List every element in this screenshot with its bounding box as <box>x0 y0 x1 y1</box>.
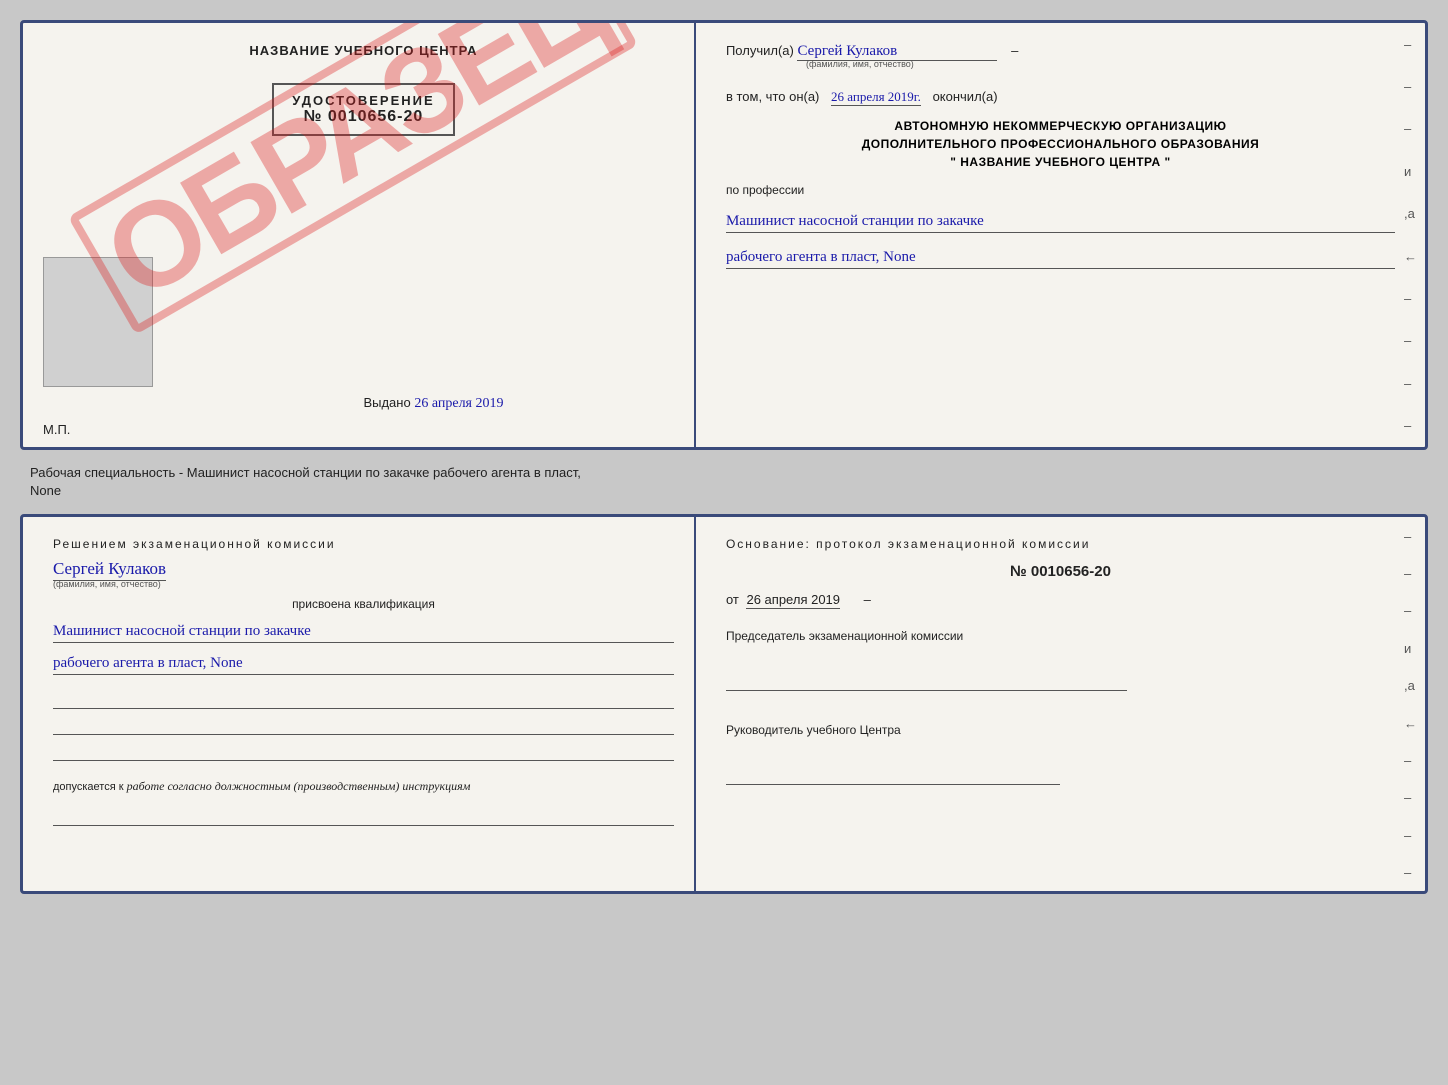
udostoverenie-box: УДОСТОВЕРЕНИЕ № 0010656-20 <box>272 83 454 136</box>
cert-bottom-right: Основание: протокол экзаменационной коми… <box>696 517 1425 891</box>
top-certificate: НАЗВАНИЕ УЧЕБНОГО ЦЕНТРА ОБРАЗЕЦ УДОСТОВ… <box>20 20 1428 450</box>
bottom-description: Рабочая специальность - Машинист насосно… <box>20 460 1428 504</box>
rukovoditel-label: Руководитель учебного Центра <box>726 723 1395 737</box>
cert-bottom-left: Решением экзаменационной комиссии Сергей… <box>23 517 696 891</box>
bottom-name-block: Сергей Кулаков (фамилия, имя, отчество) <box>53 559 674 589</box>
bottom-certificate: Решением экзаменационной комиссии Сергей… <box>20 514 1428 894</box>
ot-date: 26 апреля 2019 <box>746 592 840 609</box>
page-wrapper: НАЗВАНИЕ УЧЕБНОГО ЦЕНТРА ОБРАЗЕЦ УДОСТОВ… <box>20 20 1428 894</box>
vydano-date: 26 апреля 2019 <box>414 396 503 411</box>
org-line3: " НАЗВАНИЕ УЧЕБНОГО ЦЕНТРА " <box>726 153 1395 171</box>
poluchil-line: Получил(a) Сергей Кулаков – (фамилия, им… <box>726 43 1395 69</box>
obrazets-watermark: ОБРАЗЕЦ <box>68 20 638 335</box>
osnovanie-label: Основание: протокол экзаменационной коми… <box>726 537 1395 551</box>
bottom-blank-line <box>53 808 674 826</box>
bottom-qual-line1: Машинист насосной станции по закачке <box>53 623 674 643</box>
dopuskaetsya-label: допускается к <box>53 781 124 793</box>
vtom-line: в том, что он(а) 26 апреля 2019г. окончи… <box>726 89 1395 105</box>
profession-line2: рабочего агента в пласт, None <box>726 249 1395 269</box>
org-line1: АВТОНОМНУЮ НЕКОММЕРЧЕСКУЮ ОРГАНИЗАЦИЮ <box>726 117 1395 135</box>
ot-label: от <box>726 592 739 607</box>
resheniem-label: Решением экзаменационной комиссии <box>53 537 674 551</box>
bottom-qual-line2: рабочего агента в пласт, None <box>53 655 674 675</box>
vtom-date: 26 апреля 2019г. <box>831 89 921 106</box>
predsedatel-sign-line <box>726 675 1127 691</box>
cert-top-left: НАЗВАНИЕ УЧЕБНОГО ЦЕНТРА ОБРАЗЕЦ УДОСТОВ… <box>23 23 696 447</box>
bottom-name: Сергей Кулаков <box>53 559 166 581</box>
dopuskaetsya-block: допускается к работе согласно должностны… <box>53 779 674 794</box>
familiya-label-top: (фамилия, имя, отчество) <box>806 59 1395 69</box>
poluchil-label: Получил(a) <box>726 43 794 58</box>
mp-label: М.П. <box>43 422 70 437</box>
profession-line1: Машинист насосной станции по закачке <box>726 213 1395 233</box>
org-block: АВТОНОМНУЮ НЕКОММЕРЧЕСКУЮ ОРГАНИЗАЦИЮ ДО… <box>726 117 1395 171</box>
prisvoena-label: присвоена квалификация <box>53 597 674 611</box>
dopuskaetsya-value: работе согласно должностным (производств… <box>127 779 471 793</box>
ot-date-line: от 26 апреля 2019 – <box>726 592 1395 607</box>
photo-placeholder <box>43 257 153 387</box>
desc-line1: Рабочая специальность - Машинист насосно… <box>30 464 1428 482</box>
predsedatel-label: Председатель экзаменационной комиссии <box>726 629 1395 643</box>
vydano-label: Выдано <box>363 395 410 410</box>
protocol-num: № 0010656-20 <box>726 563 1395 580</box>
cert-top-right: Получил(a) Сергей Кулаков – (фамилия, им… <box>696 23 1425 447</box>
po-professii: по профессии <box>726 183 1395 197</box>
rukovoditel-sign-line <box>726 769 1061 785</box>
familiya-label-bottom: (фамилия, имя, отчество) <box>53 579 674 589</box>
okonchil-label: окончил(а) <box>933 89 998 104</box>
blank-line3 <box>53 743 674 761</box>
org-line2: ДОПОЛНИТЕЛЬНОГО ПРОФЕССИОНАЛЬНОГО ОБРАЗО… <box>726 135 1395 153</box>
blank-line2 <box>53 717 674 735</box>
dash-marks-right: – – – и ,а ← – – – – <box>1404 23 1417 447</box>
blank-line1 <box>53 691 674 709</box>
udostoverenie-title: УДОСТОВЕРЕНИЕ <box>292 93 434 108</box>
udostoverenie-number: № 0010656-20 <box>292 108 434 126</box>
top-cert-title: НАЗВАНИЕ УЧЕБНОГО ЦЕНТРА <box>249 43 477 58</box>
dash-marks-bottom-right: – – – и ,а ← – – – – <box>1404 517 1417 891</box>
desc-line2: None <box>30 482 1428 500</box>
vtom-label: в том, что он(а) <box>726 89 819 104</box>
vydano-line: Выдано 26 апреля 2019 <box>223 395 503 427</box>
